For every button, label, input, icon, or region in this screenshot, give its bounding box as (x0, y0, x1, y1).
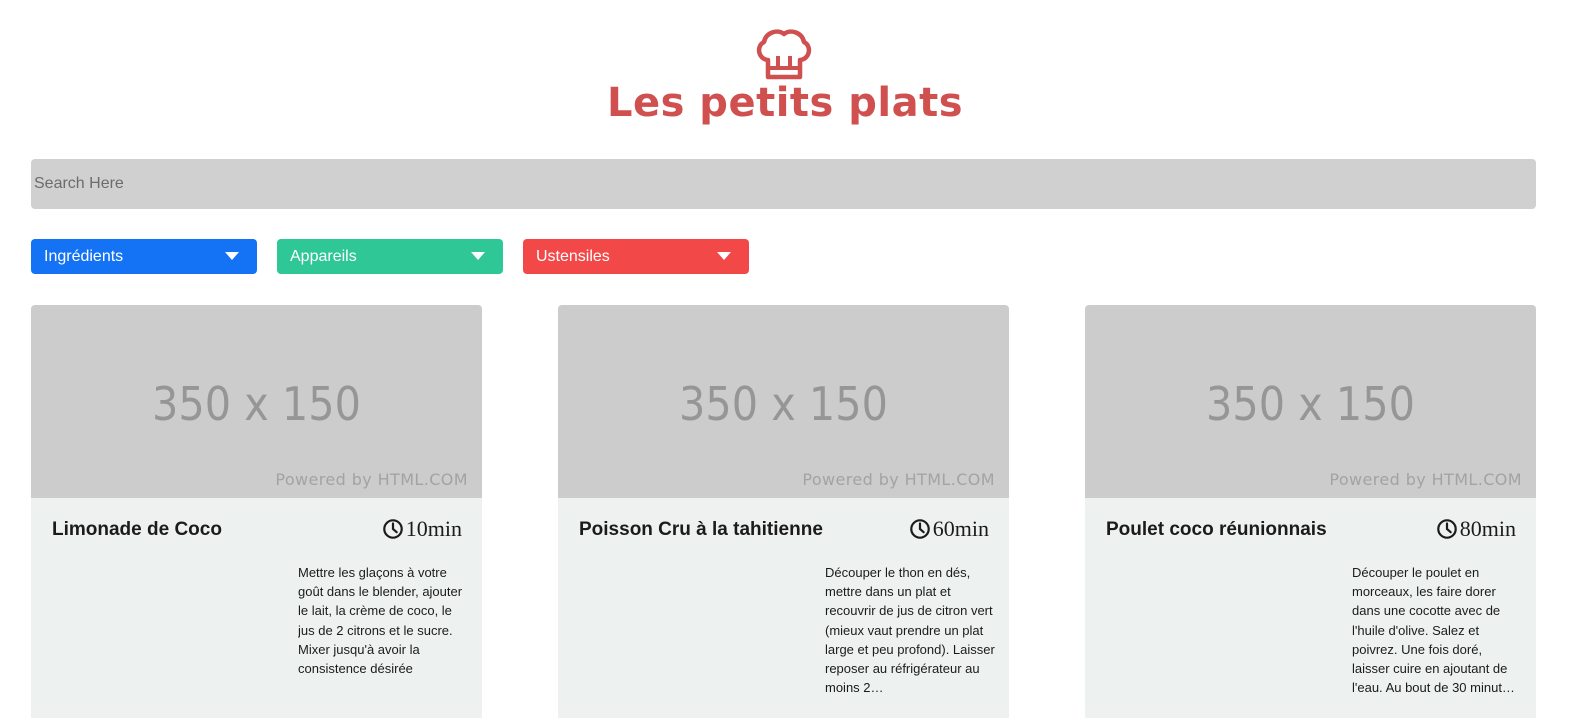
placeholder-credit: Powered by HTML.COM (802, 470, 995, 489)
recipe-image-placeholder: 350 x 150 Powered by HTML.COM (31, 305, 482, 498)
clock-icon (382, 519, 403, 539)
site-title: Les petits plats (606, 80, 964, 126)
recipe-image-placeholder: 350 x 150 Powered by HTML.COM (1085, 305, 1536, 498)
filter-utensils-dropdown[interactable]: Ustensiles (523, 239, 749, 274)
recipe-card[interactable]: 350 x 150 Powered by HTML.COM Poisson Cr… (558, 305, 1009, 718)
recipe-title: Poulet coco réunionnais (1106, 519, 1327, 540)
search-input[interactable] (31, 159, 1536, 209)
recipe-time: 60min (909, 516, 989, 542)
filter-label: Appareils (290, 248, 357, 265)
placeholder-credit: Powered by HTML.COM (1329, 470, 1522, 489)
recipe-time: 10min (382, 516, 462, 542)
recipe-title: Poisson Cru à la tahitienne (579, 519, 823, 540)
chevron-down-icon[interactable] (717, 252, 731, 260)
recipe-image-placeholder: 350 x 150 Powered by HTML.COM (558, 305, 1009, 498)
filter-label: Ingrédients (44, 248, 124, 265)
chevron-down-icon[interactable] (225, 252, 239, 260)
placeholder-credit: Powered by HTML.COM (275, 470, 468, 489)
filter-label: Ustensiles (536, 248, 610, 265)
filter-ingredients-dropdown[interactable]: Ingrédients (31, 239, 257, 274)
recipe-title: Limonade de Coco (52, 519, 222, 540)
chevron-down-icon[interactable] (471, 252, 485, 260)
chef-hat-icon (756, 29, 812, 80)
recipe-description: Découper le thon en dés, mettre dans un … (825, 565, 995, 696)
recipe-description: Découper le poulet en morceaux, les fair… (1352, 565, 1515, 696)
search-bar[interactable] (31, 159, 1536, 209)
placeholder-size-label: 350 x 150 (152, 377, 361, 431)
recipe-card[interactable]: 350 x 150 Powered by HTML.COM Poulet coc… (1085, 305, 1536, 718)
placeholder-size-label: 350 x 150 (1206, 377, 1415, 431)
site-header: Les petits plats (0, 0, 1570, 140)
recipe-description: Mettre les glaçons à votre goût dans le … (298, 565, 463, 677)
clock-icon (1436, 519, 1457, 539)
recipe-time-value: 80min (1459, 516, 1516, 541)
recipe-time: 80min (1436, 516, 1516, 542)
recipe-card[interactable]: 350 x 150 Powered by HTML.COM Limonade d… (31, 305, 482, 718)
recipe-time-value: 60min (932, 516, 989, 541)
clock-icon (909, 519, 930, 539)
placeholder-size-label: 350 x 150 (679, 377, 888, 431)
recipe-time-value: 10min (405, 516, 462, 541)
filter-appliances-dropdown[interactable]: Appareils (277, 239, 503, 274)
